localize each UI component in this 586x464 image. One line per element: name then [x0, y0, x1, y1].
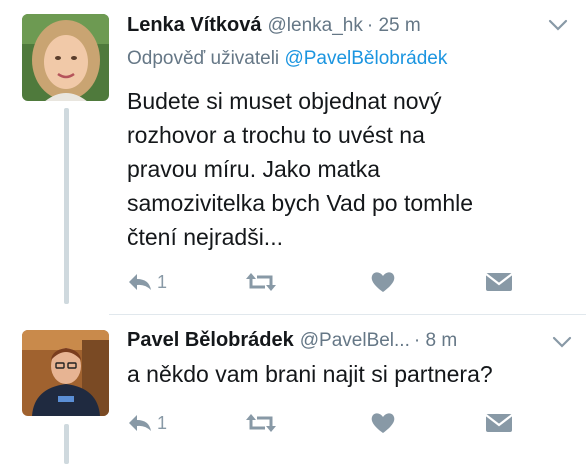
direct-message-button[interactable] [485, 410, 513, 436]
tweet-time[interactable]: · 25 m [367, 15, 421, 36]
retweet-button[interactable] [245, 410, 277, 436]
chevron-down-icon[interactable] [552, 335, 572, 349]
like-heart-icon [371, 413, 395, 433]
reply-count: 1 [157, 412, 168, 433]
direct-message-button[interactable] [485, 269, 513, 295]
like-button[interactable] [370, 410, 396, 436]
like-button[interactable] [370, 269, 396, 295]
reply-button[interactable]: 1 [127, 410, 167, 436]
thread-line [64, 424, 69, 464]
author-name[interactable]: Lenka Vítková [127, 14, 262, 36]
author-name[interactable]: Pavel Bělobrádek [127, 329, 294, 351]
tweet-header: Lenka Vítková @lenka_hk · 25 m [127, 14, 421, 37]
direct-message-icon [485, 273, 513, 291]
reply-button[interactable]: 1 [127, 269, 167, 295]
tweet-pavel[interactable]: Pavel Bělobrádek @PavelBel... · 8 m a někd… [0, 315, 586, 464]
tweet-text: a někdo vam brani najit si partnera? [127, 361, 493, 387]
author-handle[interactable]: @lenka_hk [268, 15, 363, 36]
retweet-icon [246, 273, 276, 291]
tweet-lenka[interactable]: Lenka Vítková @lenka_hk · 25 m Odpověď uži… [0, 0, 586, 315]
reply-mention-link[interactable]: @PavelBělobrádek [284, 48, 447, 69]
tweet-time[interactable]: · 8 m [414, 330, 457, 351]
reply-count: 1 [157, 271, 168, 292]
retweet-button[interactable] [245, 269, 277, 295]
author-handle[interactable]: @PavelBel... [300, 330, 410, 351]
chevron-down-icon[interactable] [548, 18, 568, 32]
reply-icon [129, 415, 151, 431]
avatar-lenka[interactable] [22, 14, 109, 101]
like-heart-icon [371, 272, 395, 292]
reply-context: Odpověď uživateli @PavelBělobrádek [127, 48, 447, 70]
thread-line [64, 108, 69, 304]
tweet-text: Budete si muset objednat nový rozhovor a… [127, 88, 474, 250]
reply-icon [129, 274, 151, 290]
tweet-header: Pavel Bělobrádek @PavelBel... · 8 m [127, 329, 457, 352]
retweet-icon [246, 414, 276, 432]
avatar-pavel[interactable] [22, 330, 109, 416]
reply-prefix: Odpověď uživateli [127, 48, 280, 69]
direct-message-icon [485, 414, 513, 432]
